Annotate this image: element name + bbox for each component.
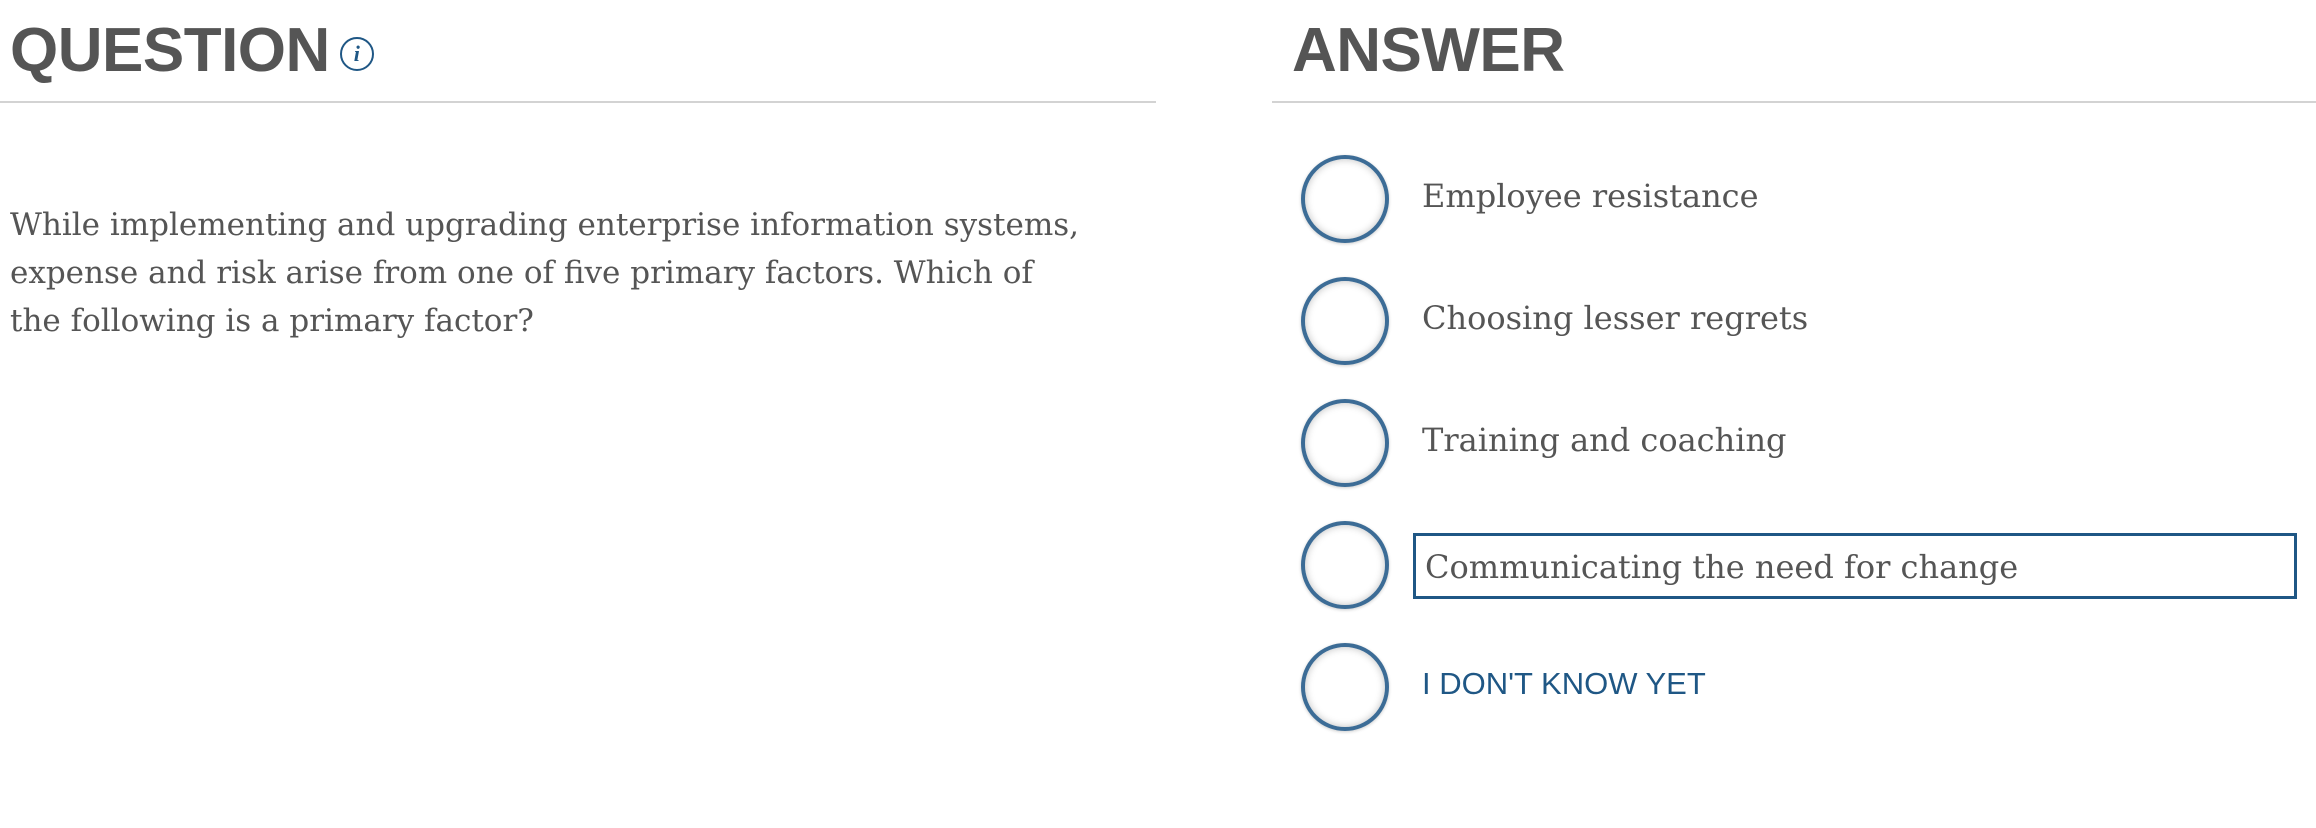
question-column: QUESTION i While implementing and upgrad… <box>0 0 1156 339</box>
answer-option[interactable]: Employee resistance <box>1272 150 2316 272</box>
dont-know-label[interactable]: I DON'T KNOW YET <box>1422 660 1706 708</box>
question-text: While implementing and upgrading enterpr… <box>10 207 1080 339</box>
answer-option-label[interactable]: Choosing lesser regrets <box>1422 294 1808 342</box>
answer-option-label[interactable]: Communicating the need for change <box>1413 533 2297 599</box>
info-icon[interactable]: i <box>339 36 374 71</box>
answer-option-label[interactable]: Employee resistance <box>1422 172 1759 220</box>
radio-button[interactable] <box>1301 277 1389 365</box>
radio-button[interactable] <box>1301 643 1389 731</box>
radio-button[interactable] <box>1301 155 1389 243</box>
answer-column: ANSWER Employee resistance Choosing less… <box>1272 0 2316 731</box>
answer-heading: ANSWER <box>1292 16 1565 85</box>
answer-header: ANSWER <box>1272 0 2316 103</box>
answer-option[interactable]: Choosing lesser regrets <box>1272 272 2316 394</box>
answer-option-focused[interactable]: Communicating the need for change <box>1272 516 2316 638</box>
radio-button[interactable] <box>1301 399 1389 487</box>
answer-option-label[interactable]: Training and coaching <box>1422 416 1787 464</box>
question-heading: QUESTION <box>10 16 330 85</box>
answer-option[interactable]: Training and coaching <box>1272 394 2316 516</box>
answer-option-dont-know[interactable]: I DON'T KNOW YET <box>1272 638 2316 760</box>
question-header: QUESTION i <box>0 0 1156 103</box>
answer-options: Employee resistance Choosing lesser regr… <box>1272 150 2316 760</box>
radio-button[interactable] <box>1301 521 1389 609</box>
